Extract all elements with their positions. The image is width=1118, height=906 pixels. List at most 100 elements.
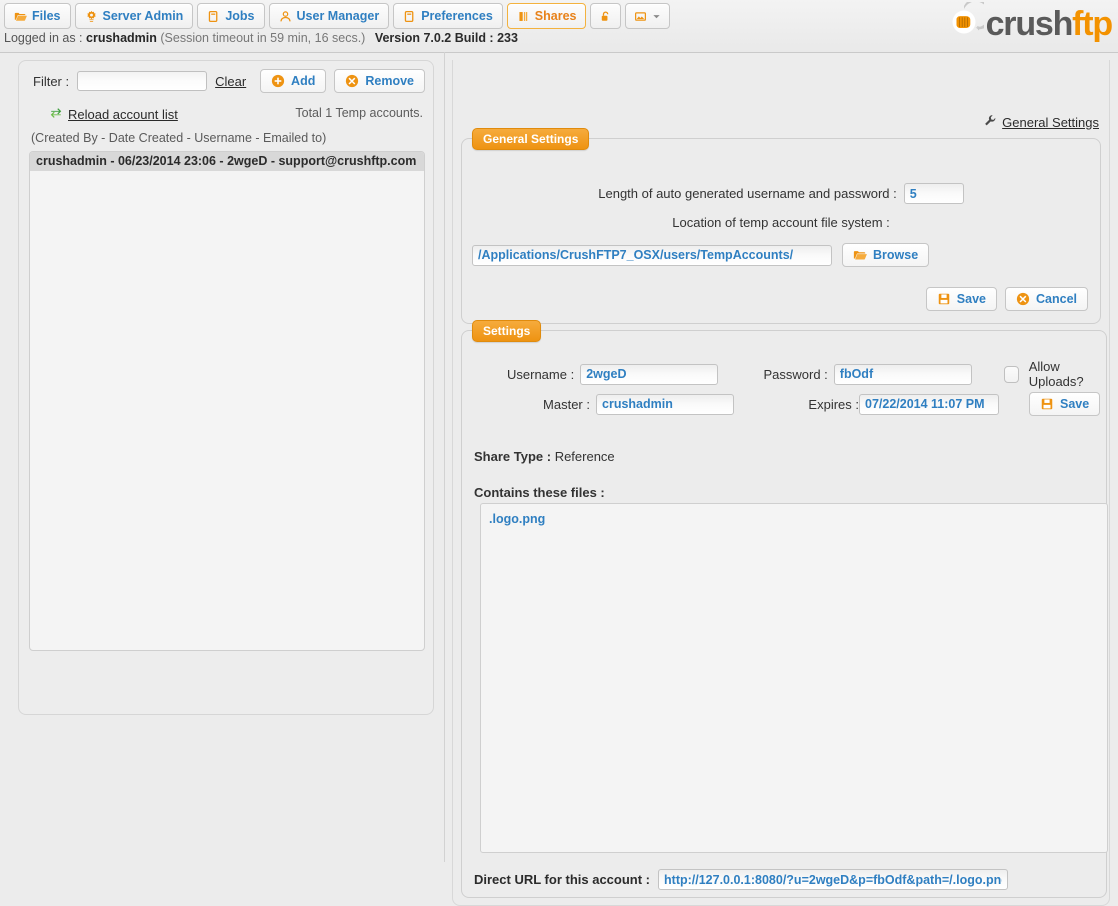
clipboard-icon [403,10,416,23]
add-button-label: Add [291,74,316,88]
tab-jobs[interactable]: Jobs [197,3,265,29]
general-settings-fieldset: General Settings Length of auto generate… [461,128,1101,324]
password-label: Password : [763,366,828,382]
share-type-value: Reference [554,449,615,464]
logo-text-crush: crush [985,4,1074,43]
direct-url-row: Direct URL for this account : [474,869,1009,890]
top-bar: Files Server Admin Jobs User Manager Pre [0,0,1118,53]
logo-text-ftp: ftp [1072,4,1113,43]
master-input[interactable] [596,393,734,415]
main-tab-strip: Files Server Admin Jobs User Manager Pre [4,3,671,29]
general-settings-link-label: General Settings [1002,114,1099,130]
settings-row-2: Master : Expires : Save [462,392,1106,416]
tab-label: User Manager [296,9,380,23]
list-item[interactable]: .logo.png [481,510,1107,528]
tab-label: Preferences [421,9,493,23]
allow-uploads-checkbox[interactable] [1003,365,1019,383]
lock-icon [599,10,612,23]
general-settings-legend: General Settings [472,128,590,150]
add-button[interactable]: Add [260,69,327,93]
expires-input[interactable] [859,393,999,415]
settings-fieldset: Settings Username : Password : Allow Upl… [461,320,1108,898]
vertical-divider [444,52,445,862]
temp-accounts-panel: Filter : Clear Add Remove Reload account… [18,60,434,715]
browse-button[interactable]: Browse [842,243,930,267]
general-settings-actions: Save Cancel [925,287,1088,311]
tab-shares[interactable]: Shares [506,3,587,29]
contained-files-list[interactable]: .logo.png [480,503,1108,853]
tab-preferences[interactable]: Preferences [393,3,503,29]
share-type-label: Share Type : [474,449,552,464]
tab-label: Shares [534,9,577,23]
chevron-down-icon [652,10,661,23]
browse-button-label: Browse [873,248,919,262]
password-input[interactable] [833,363,972,385]
temp-path-input[interactable] [472,244,832,266]
direct-url-input[interactable] [658,869,1009,890]
tab-user-manager[interactable]: User Manager [268,3,390,29]
master-label: Master : [543,396,590,412]
general-save-label: Save [956,292,986,306]
fist-circle-icon [944,0,994,45]
filter-input[interactable] [77,71,208,91]
share-type-row: Share Type : Reference [474,449,615,464]
direct-url-label: Direct URL for this account : [474,872,651,887]
save-disk-icon [937,292,951,306]
filter-label: Filter : [33,73,70,89]
general-save-button[interactable]: Save [925,287,997,311]
clipboard-icon [207,10,220,23]
book-icon [517,10,530,23]
gear-icon [85,10,98,23]
lock-button[interactable] [590,3,622,29]
allow-uploads-label: Allow Uploads? [1028,359,1084,389]
share-details-panel: General Settings General Settings Length… [452,60,1110,906]
refresh-icon [49,106,63,123]
general-settings-link[interactable]: General Settings [984,114,1099,130]
account-actions: Add Remove [260,69,425,93]
image-menu-button[interactable] [625,3,671,29]
settings-save-label: Save [1060,397,1090,411]
x-circle-icon [345,74,359,88]
reload-account-list-label: Reload account list [68,107,178,122]
wrench-icon [984,114,997,130]
clear-filter-link[interactable]: Clear [215,74,246,89]
length-row: Length of auto generated username and pa… [462,183,1100,204]
tab-label: Jobs [225,9,255,23]
x-circle-icon [1016,292,1030,306]
total-accounts-label: Total 1 Temp accounts. [295,106,423,120]
filter-row: Filter : Clear [33,71,246,91]
settings-save-button[interactable]: Save [1029,392,1101,416]
path-row: Browse [472,243,930,267]
tab-server-admin[interactable]: Server Admin [74,3,194,29]
tab-label: Server Admin [102,9,184,23]
image-icon [634,10,647,23]
expires-label: Expires : [808,396,859,412]
user-icon [279,10,292,23]
version-label: Version 7.0.2 Build : 233 [374,31,518,45]
folder-open-icon [14,10,27,23]
length-input[interactable] [903,183,964,204]
reload-account-list[interactable]: Reload account list [49,106,178,123]
tab-label: Files [32,9,61,23]
session-status-line: Logged in as : crushadmin (Session timeo… [4,31,518,45]
list-item[interactable]: crushadmin - 06/23/2014 23:06 - 2wgeD - … [30,152,424,171]
logged-in-username: crushadmin [86,31,157,45]
plus-circle-icon [271,74,285,88]
length-label: Length of auto generated username and pa… [598,186,897,201]
general-cancel-label: Cancel [1036,292,1077,306]
account-list[interactable]: crushadmin - 06/23/2014 23:06 - 2wgeD - … [29,151,425,651]
save-disk-icon [1040,397,1054,411]
username-input[interactable] [580,363,719,385]
general-cancel-button[interactable]: Cancel [1005,287,1088,311]
username-label: Username : [507,366,575,382]
logo-wordmark: crushftp [985,4,1114,43]
crushftp-logo: crushftp [944,0,1114,45]
tab-files[interactable]: Files [4,3,71,29]
location-label: Location of temp account file system : [672,215,890,230]
settings-row-1: Username : Password : Allow Uploads? [462,359,1106,389]
contains-files-label: Contains these files : [474,485,605,500]
logged-in-label: Logged in as : [4,31,83,45]
folder-open-icon [853,248,867,262]
settings-legend: Settings [472,320,542,342]
remove-button[interactable]: Remove [334,69,425,93]
